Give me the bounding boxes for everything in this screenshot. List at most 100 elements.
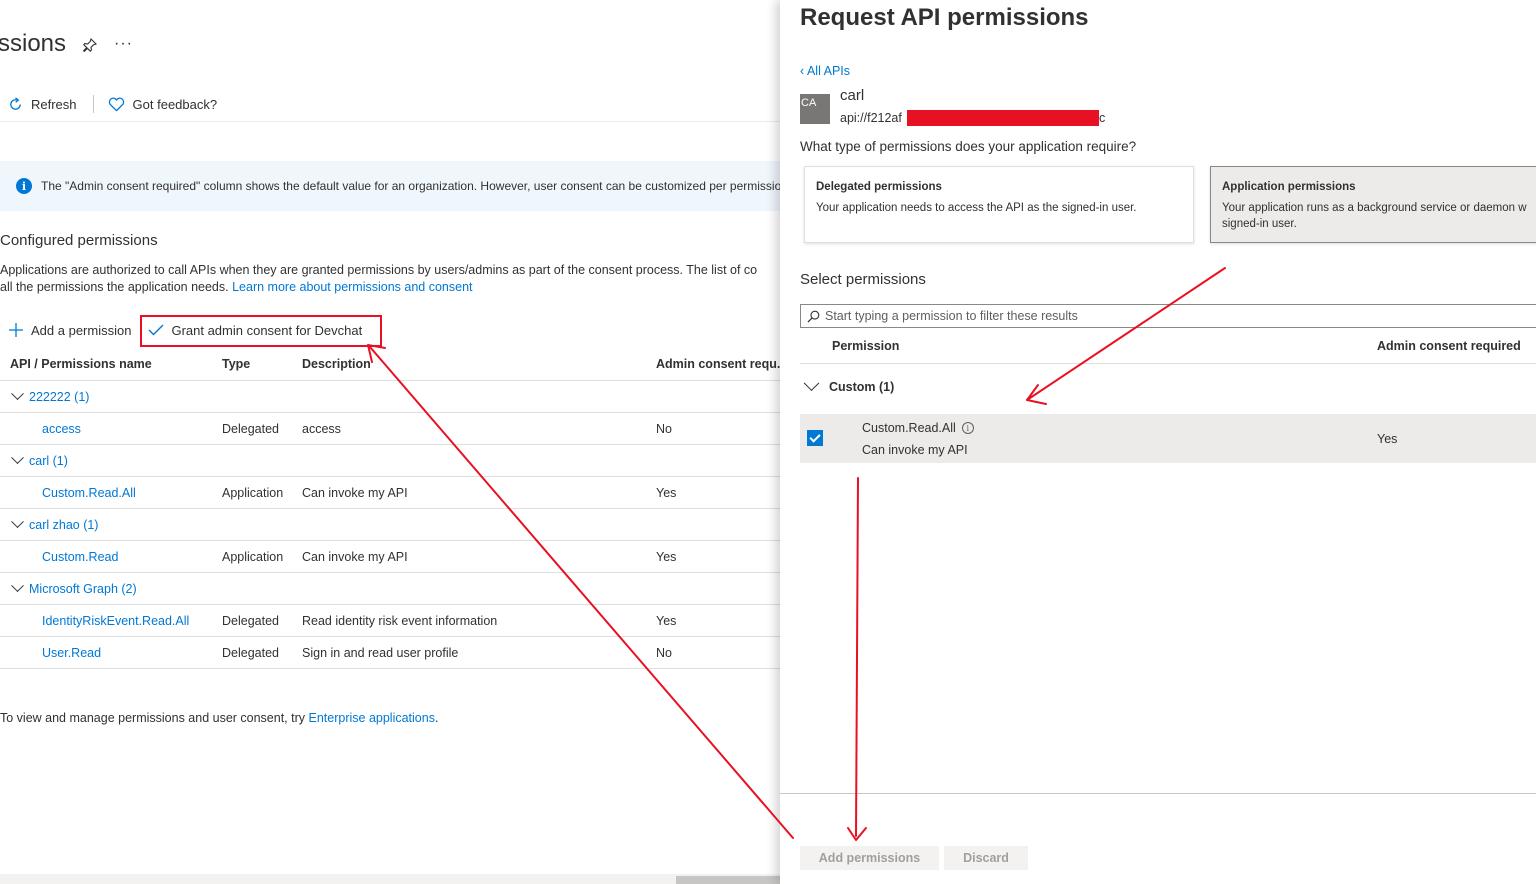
table-group-row[interactable]: carl zhao (1) [0,509,780,541]
permission-description: Can invoke my API [862,443,968,457]
table-row: IdentityRiskEvent.Read.All Delegated Rea… [0,605,780,637]
permission-description: Read identity risk event information [302,613,498,628]
chevron-down-icon [803,374,820,391]
custom-group-label: Custom (1) [829,380,895,394]
permission-description: Can invoke my API [302,549,408,564]
chevron-down-icon [11,451,24,465]
toolbar-divider [92,95,94,113]
chevron-down-icon [11,579,24,593]
permission-type-question: What type of permissions does your appli… [800,139,1137,154]
refresh-button[interactable]: Refresh [8,97,77,112]
table-row: Custom.Read Application Can invoke my AP… [0,541,780,573]
group-name[interactable]: carl (1) [29,454,68,468]
select-permissions-title: Select permissions [800,271,926,288]
panel-title: Request API permissions [800,4,1089,31]
api-uri-tail: c [1099,111,1106,125]
custom-group-toggle[interactable]: Custom (1) [803,374,895,394]
api-name: carl [840,87,865,104]
table-group-row[interactable]: Microsoft Graph (2) [0,573,780,605]
permission-name-link[interactable]: User.Read [42,646,101,660]
permission-name-wrap: Custom.Read.All i [862,421,974,435]
feedback-label: Got feedback? [132,96,218,112]
delegated-card-description: Your application needs to access the API… [816,202,1137,214]
toolbar: Refresh Got feedback? [0,92,217,116]
column-header-description: Description [302,357,371,371]
all-apis-label: All APIs [806,64,851,78]
configured-permissions-description: Applications are authorized to call APIs… [0,262,780,296]
permission-name-link[interactable]: Custom.Read [42,550,118,564]
admin-consent-value: Yes [1377,432,1398,446]
column-header-type: Type [222,357,251,371]
chevron-left-icon: ‹ [800,64,807,78]
enterprise-applications-link[interactable]: Enterprise applications [309,711,435,725]
application-permissions-card[interactable]: Application permissions Your application… [1210,166,1536,243]
info-banner: i The "Admin consent required" column sh… [0,161,780,211]
table-row: access Delegated access No [0,413,780,445]
enterprise-note-text: To view and manage permissions and user … [0,711,309,725]
discard-button[interactable]: Discard [944,846,1028,870]
permission-checkbox[interactable] [807,430,823,446]
admin-consent-value: Yes [656,485,677,500]
all-apis-link[interactable]: ‹ All APIs [800,64,850,78]
permission-filter-input[interactable] [825,309,1425,323]
permission-type: Application [222,485,284,500]
description-line-2: all the permissions the application need… [0,280,233,294]
permission-description: access [302,421,341,436]
application-card-title: Application permissions [1222,181,1356,193]
plus-icon [9,323,23,337]
column-header-permission: Permission [832,339,900,353]
scrollbar-thumb[interactable] [676,876,780,884]
learn-more-link[interactable]: Learn more about permissions and consent [232,280,472,294]
feedback-button[interactable]: Got feedback? [108,96,218,112]
app-registration-api-permissions-page: ssions ··· Refresh Got feedback? i The "… [0,0,780,884]
more-options-icon[interactable]: ··· [114,35,133,53]
info-icon[interactable]: i [961,422,974,434]
permission-name: Custom.Read.All [862,421,956,435]
enterprise-apps-note: To view and manage permissions and user … [0,711,438,725]
permission-type: Delegated [222,613,279,628]
refresh-label: Refresh [31,96,77,112]
refresh-icon [10,96,21,110]
chevron-down-icon [11,515,24,529]
permission-name-link[interactable]: access [42,422,81,436]
table-group-row[interactable]: carl (1) [0,445,780,477]
info-banner-text: The "Admin consent required" column show… [41,179,780,193]
pin-icon[interactable] [82,37,98,53]
enterprise-note-period: . [434,711,439,725]
table-group-row[interactable]: 222222 (1) [0,381,780,413]
group-name[interactable]: 222222 (1) [29,390,89,404]
page-title: ssions [0,30,67,57]
admin-consent-value: No [656,645,672,660]
toolbar-divider-line [0,121,780,122]
table-row: User.Read Delegated Sign in and read use… [0,637,780,669]
search-icon [807,310,820,322]
add-permission-button[interactable]: Add a permission [8,322,131,338]
permission-row[interactable]: Custom.Read.All i Can invoke my API Yes [800,414,1536,463]
permission-filter-box[interactable] [800,304,1536,328]
redaction-bar [907,110,1099,126]
horizontal-scrollbar[interactable] [0,874,780,884]
permissions-table-header: Permission Admin consent required [800,330,1536,364]
add-permissions-button[interactable]: Add permissions [800,846,939,870]
permission-name-link[interactable]: IdentityRiskEvent.Read.All [42,614,189,628]
permission-name-link[interactable]: Custom.Read.All [42,486,136,500]
panel-footer-divider [780,793,1536,794]
permission-description: Can invoke my API [302,485,408,500]
configured-permissions-title: Configured permissions [0,232,158,249]
application-card-description: Your application runs as a background se… [1222,202,1527,230]
api-uri: api://f212af [840,111,902,125]
group-name[interactable]: Microsoft Graph (2) [29,582,137,596]
chevron-down-icon [11,387,24,401]
permission-description: Sign in and read user profile [302,645,459,660]
annotation-highlight-box [140,315,382,347]
info-icon: i [16,178,32,194]
request-api-permissions-panel: Request API permissions ‹ All APIs CA ca… [780,0,1536,884]
configured-permissions-table: API / Permissions name Type Description … [0,348,780,669]
group-name[interactable]: carl zhao (1) [29,518,98,532]
delegated-permissions-card[interactable]: Delegated permissions Your application n… [804,166,1194,243]
delegated-card-title: Delegated permissions [816,181,942,193]
column-header-admin-consent: Admin consent requ... [656,357,780,371]
heart-icon [108,97,124,112]
column-header-api-name: API / Permissions name [10,357,152,371]
admin-consent-value: No [656,421,672,436]
